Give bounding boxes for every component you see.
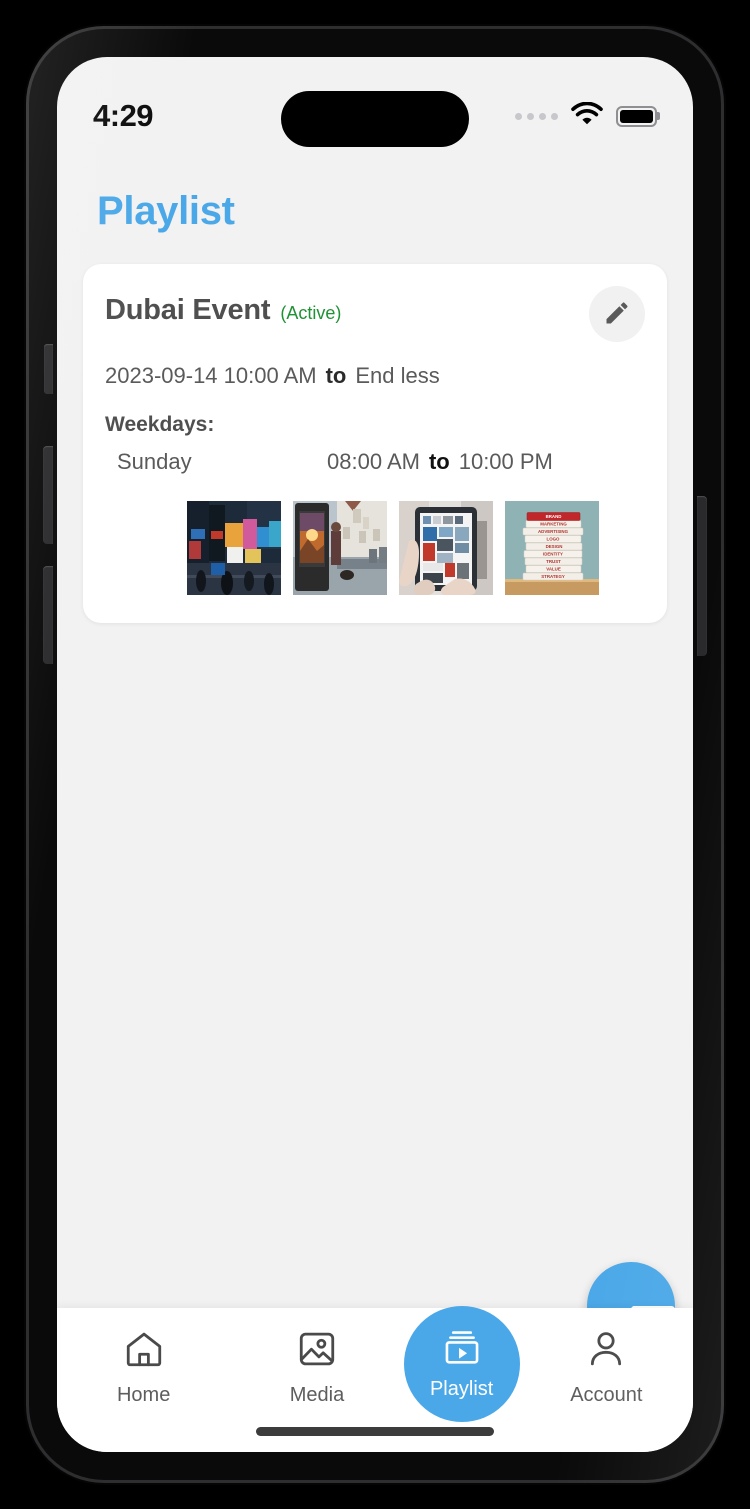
volume-down-button[interactable] [43, 566, 53, 664]
home-indicator[interactable] [256, 1427, 494, 1436]
event-end-datetime: End less [355, 363, 440, 388]
edit-playlist-button[interactable] [589, 286, 645, 342]
status-bar-indicators [515, 101, 660, 130]
phone-screen: 4:29 Playlist Dubai Event (Active) 2023-… [57, 57, 693, 1452]
schedule-end-time: 10:00 PM [458, 449, 553, 474]
event-name: Dubai Event [105, 294, 271, 326]
event-date-range: 2023-09-14 10:00 AM to End less [105, 363, 645, 389]
silent-switch[interactable] [44, 344, 53, 394]
event-start-datetime: 2023-09-14 10:00 AM [105, 363, 317, 388]
svg-text:ADVERTISING: ADVERTISING [538, 529, 569, 534]
weekdays-label: Weekdays: [105, 413, 215, 436]
pencil-edit-icon [603, 299, 631, 330]
image-icon [296, 1328, 338, 1375]
bottom-navigation-bar: Home Media Playlist Account [57, 1306, 693, 1452]
home-icon [123, 1328, 165, 1375]
svg-text:IDENTITY: IDENTITY [543, 552, 563, 557]
person-icon [585, 1328, 627, 1375]
playlist-play-icon [441, 1327, 483, 1374]
svg-text:BRAND: BRAND [546, 514, 562, 519]
nav-label-account: Account [570, 1384, 643, 1406]
schedule-separator: to [428, 449, 450, 474]
phone-frame: 4:29 Playlist Dubai Event (Active) 2023-… [26, 26, 724, 1483]
nav-label-playlist: Playlist [429, 1378, 494, 1400]
signal-dots-icon [515, 112, 558, 120]
status-badge: (Active) [280, 303, 342, 323]
svg-text:TRUST: TRUST [546, 559, 561, 564]
svg-text:MARKETING: MARKETING [540, 522, 567, 527]
event-title-block: Dubai Event (Active) [105, 294, 589, 327]
battery-full-icon [616, 105, 660, 127]
street-digital-signage-thumbnail[interactable] [293, 501, 387, 595]
schedule-start-time: 08:00 AM [327, 449, 420, 474]
tablet-in-hands-thumbnail[interactable] [399, 501, 493, 595]
schedule-times: 08:00 AM to 10:00 PM [327, 449, 553, 475]
svg-text:DESIGN: DESIGN [546, 544, 563, 549]
status-bar: 4:29 [57, 57, 693, 149]
status-bar-time: 4:29 [93, 98, 154, 133]
brand-books-stack-thumbnail[interactable]: STRATEGY VALUE TRUST IDENTITY DESIGN LOG… [505, 501, 599, 595]
nav-item-account[interactable]: Account [520, 1328, 693, 1407]
card-header: Dubai Event (Active) [105, 286, 645, 342]
schedule-day: Sunday [117, 449, 192, 474]
nav-label-home: Home [116, 1384, 171, 1406]
nav-item-playlist[interactable]: Playlist [403, 1306, 520, 1422]
times-square-billboards-thumbnail[interactable] [187, 501, 281, 595]
nav-label-media: Media [289, 1384, 345, 1406]
playlist-card[interactable]: Dubai Event (Active) 2023-09-14 10:00 AM… [83, 264, 667, 623]
nav-item-media[interactable]: Media [230, 1328, 403, 1407]
volume-up-button[interactable] [43, 446, 53, 544]
thumbnail-strip: STRATEGY VALUE TRUST IDENTITY DESIGN LOG… [105, 501, 645, 595]
svg-text:VALUE: VALUE [546, 567, 561, 572]
power-button[interactable] [697, 496, 707, 656]
wifi-icon [571, 101, 603, 130]
svg-text:STRATEGY: STRATEGY [541, 574, 565, 579]
schedule-row: Sunday 08:00 AM to 10:00 PM [105, 449, 645, 475]
nav-item-home[interactable]: Home [57, 1328, 230, 1407]
svg-text:LOGO: LOGO [547, 537, 561, 542]
dynamic-island [281, 91, 469, 147]
range-separator: to [325, 363, 347, 388]
page-title: Playlist [97, 189, 235, 233]
